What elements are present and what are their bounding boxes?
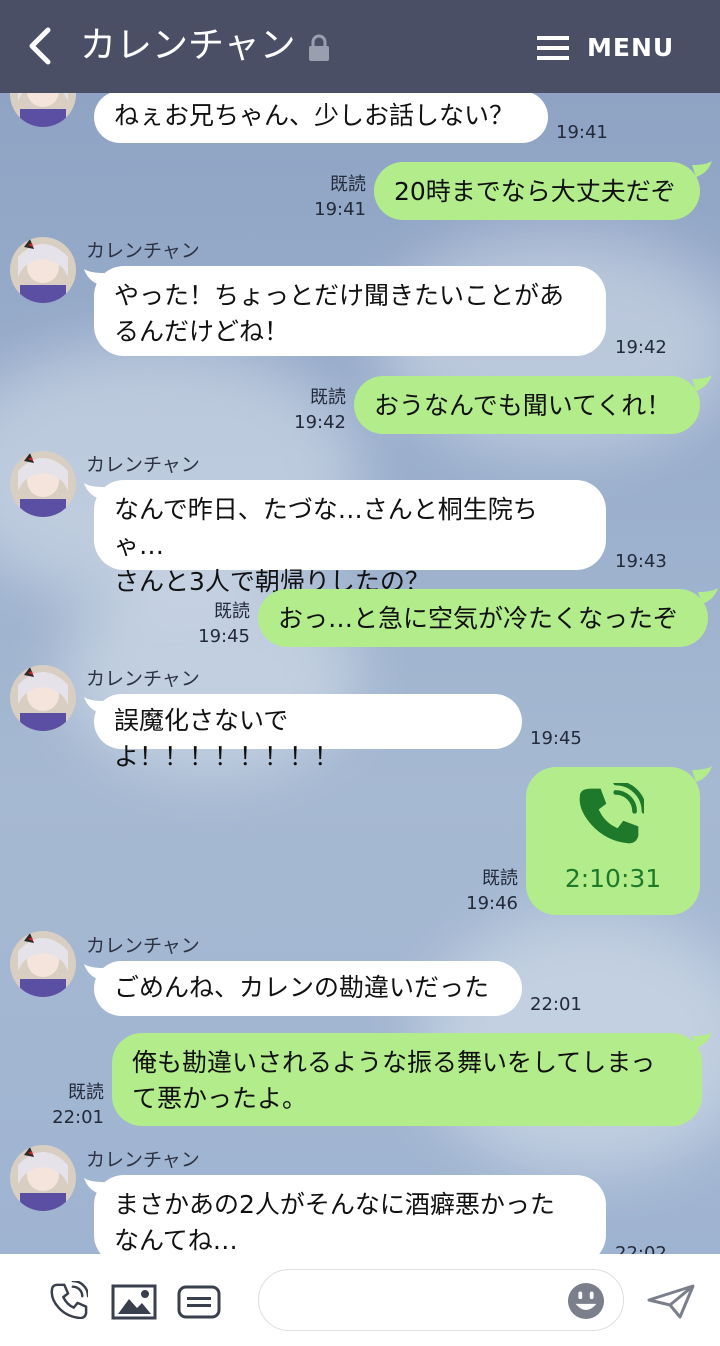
message-time: 22:02 xyxy=(615,1243,667,1254)
message-text: おうなんでも聞いてくれ！ xyxy=(374,391,672,420)
sender-name: カレンチャン xyxy=(86,454,200,476)
message-bubble-incoming[interactable]: ごめんね、カレンの勘違いだった xyxy=(94,961,522,1016)
message-text-line: て悪かったよ。 xyxy=(132,1084,308,1113)
message-text: ごめんね、カレンの勘違いだった xyxy=(114,973,490,1002)
message-text-line: なんてね… xyxy=(114,1226,238,1254)
message-text: 20時までなら大丈夫だぞ xyxy=(394,177,676,206)
message-bubble-outgoing[interactable]: 俺も勘違いされるような振る舞いをしてしまっ て悪かったよ。 xyxy=(112,1033,702,1126)
bottom-input-bar xyxy=(0,1254,720,1346)
message-text: おっ…と急に空気が冷たくなったぞ xyxy=(278,604,679,633)
menu-button[interactable]: MENU xyxy=(587,28,674,68)
read-receipt: 既読 xyxy=(482,868,518,889)
avatar[interactable] xyxy=(10,451,76,517)
emoji-icon[interactable] xyxy=(567,1282,605,1320)
send-icon[interactable] xyxy=(646,1284,696,1320)
message-time: 19:46 xyxy=(466,893,518,914)
message-bubble-outgoing[interactable]: おうなんでも聞いてくれ！ xyxy=(354,376,700,434)
avatar[interactable] xyxy=(10,1145,76,1211)
message-text-line: るんだけどね！ xyxy=(114,317,290,346)
bubble-tail xyxy=(692,1032,712,1048)
message-time: 19:43 xyxy=(615,551,667,572)
message-bubble-incoming[interactable]: なんで昨日、たづな…さんと桐生院ちゃ… さんと3人で朝帰りしたの？ xyxy=(94,480,606,596)
sender-name: カレンチャン xyxy=(86,935,200,957)
read-receipt: 既読 xyxy=(68,1082,104,1103)
image-icon[interactable] xyxy=(111,1284,157,1320)
avatar[interactable] xyxy=(10,237,76,303)
message-bubble-incoming[interactable]: 誤魔化さないでよ！！！！！！！！ xyxy=(94,694,522,771)
message-time: 19:42 xyxy=(294,412,346,433)
message-text-line: まさかあの2人がそんなに酒癖悪かった xyxy=(114,1190,555,1219)
avatar[interactable] xyxy=(10,665,76,731)
message-input[interactable] xyxy=(258,1269,624,1331)
chat-title: カレンチャン xyxy=(80,25,296,66)
sender-name: カレンチャン xyxy=(86,1149,200,1171)
bubble-tail xyxy=(692,161,712,177)
message-text: ねぇお兄ちゃん、少しお話しない？ xyxy=(114,101,515,130)
call-duration: 2:10:31 xyxy=(564,864,662,893)
message-time: 19:42 xyxy=(615,337,667,358)
chat-area[interactable]: ねぇお兄ちゃん、少しお話しない？ 19:41 既読 19:41 20時までなら大… xyxy=(0,93,720,1254)
message-bubble-outgoing[interactable]: おっ…と急に空気が冷たくなったぞ xyxy=(258,589,708,647)
message-time: 19:45 xyxy=(198,626,250,647)
phone-call-icon xyxy=(579,783,644,844)
message-bubble-incoming[interactable]: まさかあの2人がそんなに酒癖悪かった なんてね… xyxy=(94,1175,606,1254)
bubble-tail xyxy=(698,588,718,604)
message-text-line: なんで昨日、たづな…さんと桐生院ちゃ… xyxy=(114,495,538,560)
message-bubble-incoming[interactable]: やった！ちょっとだけ聞きたいことがあ るんだけどね！ xyxy=(94,266,606,356)
sender-name: カレンチャン xyxy=(86,240,200,262)
chat-header: カレンチャン MENU xyxy=(0,0,720,93)
phone-icon[interactable] xyxy=(50,1281,88,1319)
message-bubble-outgoing[interactable]: 20時までなら大丈夫だぞ xyxy=(374,162,700,220)
message-text: 誤魔化さないでよ！！！！！！！！ xyxy=(114,706,340,771)
message-time: 19:45 xyxy=(530,728,582,749)
message-time: 19:41 xyxy=(556,122,608,143)
read-receipt: 既読 xyxy=(214,601,250,622)
menu-icon[interactable] xyxy=(537,35,569,61)
lock-icon xyxy=(309,34,329,61)
sender-name: カレンチャン xyxy=(86,668,200,690)
message-time: 22:01 xyxy=(530,994,582,1015)
bubble-tail xyxy=(692,766,712,782)
read-receipt: 既読 xyxy=(330,174,366,195)
avatar[interactable] xyxy=(10,93,76,127)
read-receipt: 既読 xyxy=(310,387,346,408)
back-arrow-icon[interactable] xyxy=(22,26,62,66)
call-bubble[interactable]: 2:10:31 xyxy=(526,767,700,915)
message-text-line: 俺も勘違いされるような振る舞いをしてしまっ xyxy=(132,1048,656,1077)
message-time: 22:01 xyxy=(52,1107,104,1128)
message-text-line: やった！ちょっとだけ聞きたいことがあ xyxy=(114,281,565,310)
keyboard-icon[interactable] xyxy=(177,1285,221,1319)
avatar[interactable] xyxy=(10,931,76,997)
bubble-tail xyxy=(692,375,712,391)
message-bubble-incoming[interactable]: ねぇお兄ちゃん、少しお話しない？ xyxy=(94,93,548,143)
message-time: 19:41 xyxy=(314,199,366,220)
